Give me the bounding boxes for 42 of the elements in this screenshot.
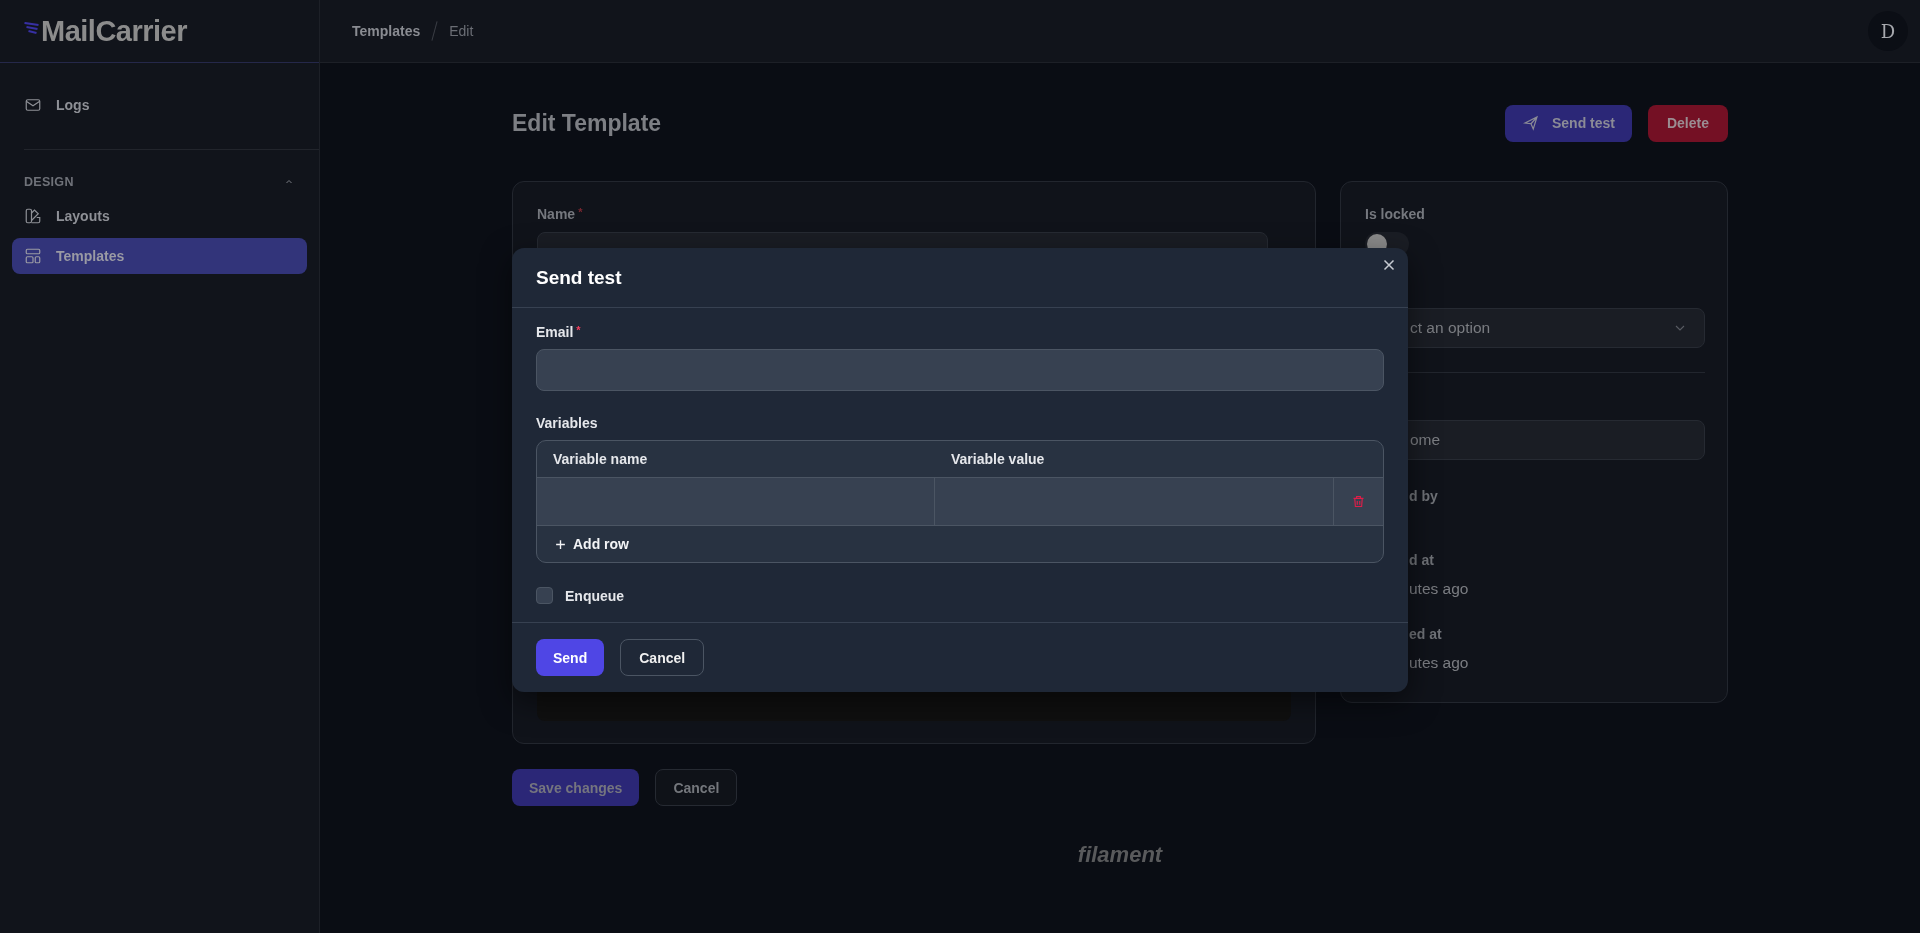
paper-plane-icon xyxy=(1521,114,1540,132)
app-logo: MailCarrier xyxy=(41,14,187,48)
sidebar-item[interactable]: Templates xyxy=(12,238,307,274)
column-header: Variable name xyxy=(552,451,649,467)
field-label: d at xyxy=(1409,552,1434,568)
field-label: Name xyxy=(537,206,576,222)
required-mark: * xyxy=(578,206,583,220)
field-label: Email xyxy=(536,324,574,340)
cancel-button[interactable]: Cancel xyxy=(620,639,705,676)
sidebar-item[interactable]: Layouts xyxy=(12,198,307,234)
delete-button[interactable]: Delete xyxy=(1647,104,1728,142)
variable-name-field[interactable] xyxy=(537,478,935,525)
field-value: utes ago xyxy=(1409,654,1469,672)
breadcrumb-link[interactable]: Templates xyxy=(352,23,421,39)
field-label: Is locked xyxy=(1365,206,1425,222)
send-button[interactable]: Send xyxy=(536,639,605,676)
trash-icon[interactable] xyxy=(1334,478,1383,525)
field-label: ed at xyxy=(1409,626,1442,642)
page-title: Edit Template xyxy=(512,109,662,137)
field-value: utes ago xyxy=(1409,580,1469,598)
enqueue-checkbox[interactable] xyxy=(536,587,553,604)
logo-icon xyxy=(24,22,41,36)
swatch-icon xyxy=(24,207,42,225)
required-mark: * xyxy=(576,324,581,338)
footer-logo: filament xyxy=(1077,842,1163,868)
variable-value-field[interactable] xyxy=(935,478,1334,525)
save-button[interactable]: Save changes xyxy=(512,769,640,806)
email-field[interactable] xyxy=(536,349,1384,391)
cancel-button[interactable]: Cancel xyxy=(655,769,738,806)
template-icon xyxy=(24,247,42,265)
column-header: Variable value xyxy=(950,451,1046,467)
add-row-button[interactable]: Add row xyxy=(553,536,629,552)
envelope-icon xyxy=(24,96,42,114)
field-label: Variables xyxy=(536,415,598,431)
group-label: DESIGN xyxy=(24,175,74,189)
breadcrumb-link[interactable]: Edit xyxy=(449,23,474,39)
send-test-button[interactable]: Send test xyxy=(1504,104,1632,142)
field-label: d by xyxy=(1409,488,1438,504)
sidebar-item[interactable]: Logs xyxy=(12,87,307,123)
checkbox-label: Enqueue xyxy=(565,587,625,604)
modal-title: Send test xyxy=(536,266,622,289)
user-avatar[interactable]: D xyxy=(1868,11,1908,51)
